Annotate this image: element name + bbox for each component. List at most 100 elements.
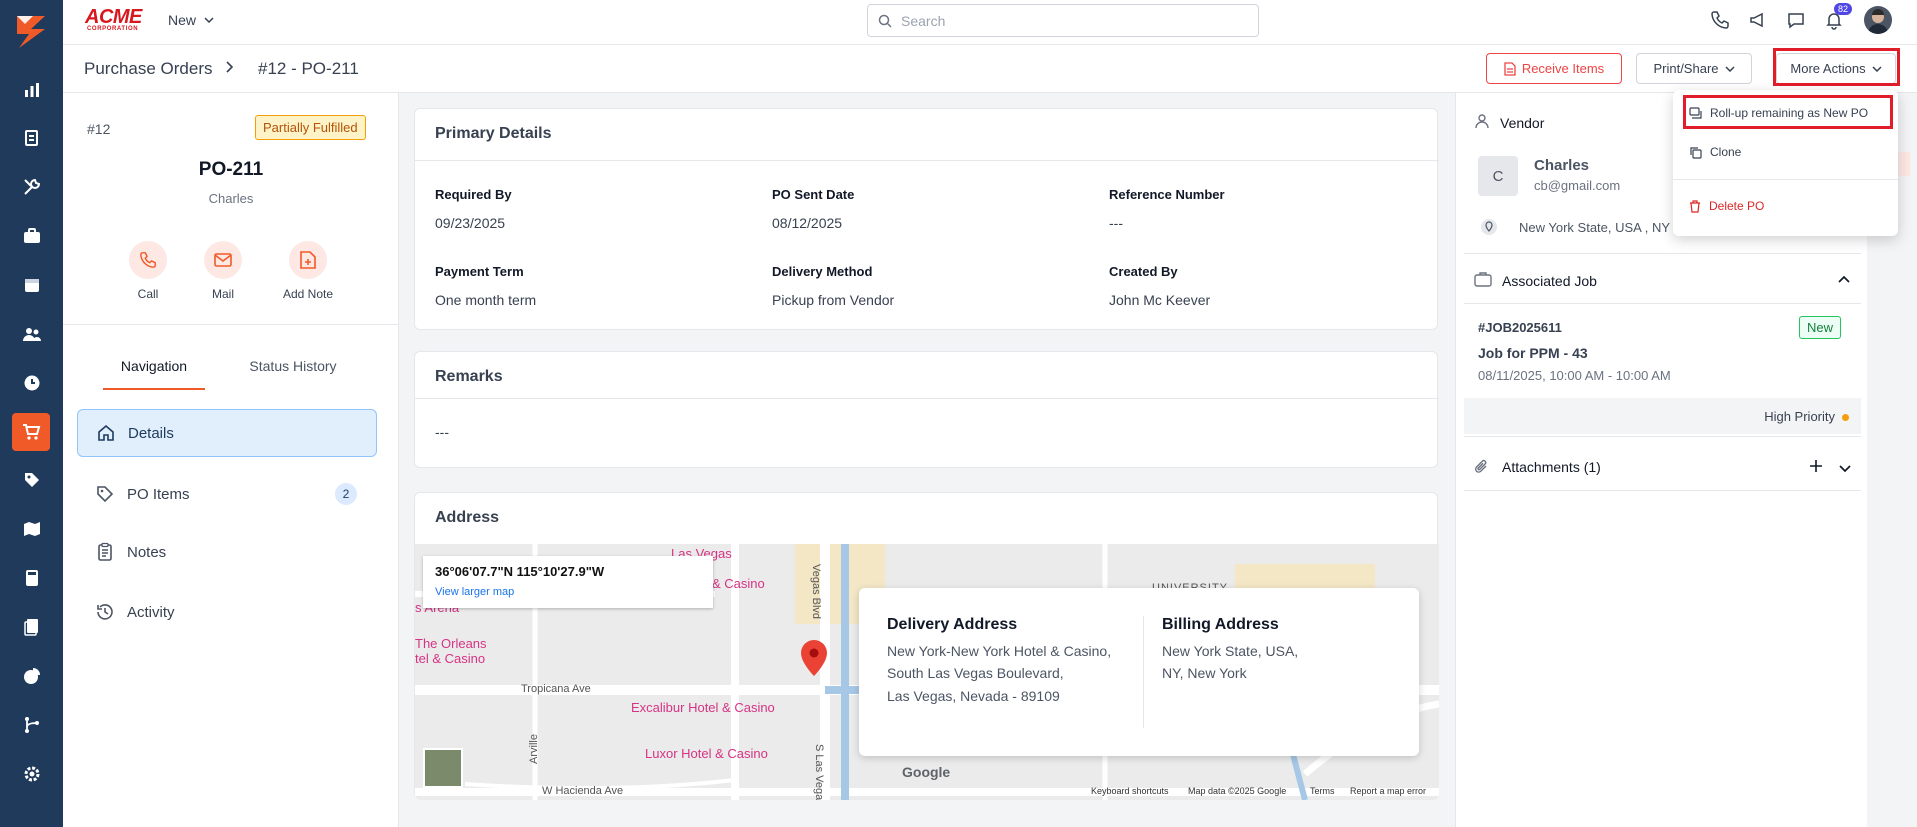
chevron-up-icon[interactable] (1838, 276, 1850, 283)
brand-sub: CORPORATION (87, 26, 139, 32)
tab-status-history[interactable]: Status History (238, 358, 348, 374)
paperclip-icon (1475, 459, 1487, 473)
map-street-label: Tropicana Ave (521, 683, 591, 695)
divider (1464, 303, 1861, 304)
users-icon[interactable] (0, 314, 63, 354)
cart-icon[interactable] (12, 413, 50, 451)
notification-badge: 82 (1834, 3, 1853, 15)
tab-navigation[interactable]: Navigation (103, 358, 205, 390)
mail-label: Mail (211, 287, 234, 301)
megaphone-icon[interactable] (1747, 9, 1769, 31)
remarks-card: Remarks --- (414, 351, 1439, 468)
delivery-address-line: New York-New York Hotel & Casino, (887, 643, 1112, 659)
phone-icon (129, 241, 167, 279)
reports-icon[interactable] (0, 656, 63, 696)
payment-term-label: Payment Term (435, 264, 524, 279)
breadcrumb-current: #12 - PO-211 (258, 59, 359, 78)
vendor-name[interactable]: Charles (1534, 157, 1589, 174)
job-id[interactable]: #JOB2025611 (1478, 320, 1562, 335)
clipboard-icon (98, 542, 112, 561)
briefcase-icon[interactable] (0, 216, 63, 256)
view-larger-map-link[interactable]: View larger map (435, 586, 514, 598)
delivery-address-line: Las Vegas, Nevada - 89109 (887, 688, 1060, 704)
chevron-down-icon (1724, 65, 1735, 72)
phone-icon[interactable] (1709, 9, 1731, 31)
sidebar-edge-icon[interactable] (1896, 152, 1910, 176)
address-map[interactable]: Las Vegas & Casino s Arena The Orleans t… (415, 544, 1439, 800)
map-street-label: S Las Vegas (813, 744, 825, 800)
receive-items-button[interactable]: Receive Items (1486, 53, 1622, 84)
map-footer-link[interactable]: Keyboard shortcuts (1091, 786, 1169, 796)
divider (1143, 616, 1144, 728)
calculator-icon[interactable] (0, 558, 63, 598)
requests-icon[interactable] (0, 118, 63, 158)
divider (415, 398, 1439, 399)
search-input[interactable] (901, 12, 1241, 29)
required-by-label: Required By (435, 187, 512, 202)
vendor-avatar: C (1478, 156, 1518, 196)
chevron-down-icon (204, 17, 214, 23)
print-share-label: Print/Share (1653, 61, 1719, 76)
job-priority-row: High Priority (1464, 398, 1861, 434)
delivery-method-label: Delivery Method (772, 264, 873, 279)
po-number: #12 (87, 121, 111, 137)
print-share-button[interactable]: Print/Share (1636, 53, 1752, 84)
breadcrumb-purchase-orders[interactable]: Purchase Orders (84, 59, 213, 79)
menu-item-clone[interactable]: Clone (1683, 137, 1888, 167)
map-footer-link[interactable]: Report a map error (1350, 786, 1426, 796)
remarks-value: --- (435, 424, 449, 440)
add-note-label: Add Note (282, 287, 334, 301)
map-label: Luxor Hotel & Casino (645, 746, 768, 761)
map-icon[interactable] (0, 509, 63, 549)
satellite-toggle-icon[interactable] (423, 748, 463, 788)
nav-item-details[interactable]: Details (77, 409, 377, 457)
chevron-down-icon[interactable] (1839, 465, 1851, 472)
app-logo-icon[interactable] (11, 12, 51, 50)
briefcase-icon (1474, 272, 1492, 287)
vendor-email[interactable]: cb@gmail.com (1534, 178, 1620, 193)
associated-job-title: Associated Job (1502, 273, 1597, 289)
nav-item-label: Details (128, 424, 174, 442)
call-action[interactable]: Call (108, 241, 188, 301)
nav-item-notes[interactable]: Notes (77, 528, 377, 576)
brand-logo[interactable]: ACME CORPORATION (85, 6, 149, 32)
calendar-icon[interactable] (0, 265, 63, 305)
chevron-right-icon (226, 61, 234, 73)
divider (1673, 179, 1898, 180)
workflow-icon[interactable] (0, 705, 63, 745)
new-menu-button[interactable]: New (168, 12, 214, 28)
tools-icon[interactable] (0, 167, 63, 207)
map-street-label: Arville (528, 734, 540, 764)
map-coordinate-box: 36°06'07.7"N 115°10'27.9"W View larger m… (423, 556, 713, 608)
call-label: Call (137, 287, 159, 301)
divider (415, 160, 1439, 161)
clock-icon[interactable] (0, 363, 63, 403)
nav-item-po-items[interactable]: PO Items 2 (77, 470, 377, 518)
dashboard-icon[interactable] (0, 70, 63, 110)
map-footer-link[interactable]: Terms (1310, 786, 1335, 796)
copy-icon (1690, 146, 1702, 159)
tag-icon[interactable] (0, 460, 63, 500)
divider (1464, 436, 1861, 437)
mail-action[interactable]: Mail (183, 241, 263, 301)
created-by-value: John Mc Keever (1109, 292, 1211, 308)
primary-details-card: Primary Details Required By 09/23/2025 P… (414, 108, 1439, 330)
settings-icon[interactable] (0, 754, 63, 794)
job-title[interactable]: Job for PPM - 43 (1478, 345, 1588, 361)
history-icon (97, 604, 113, 620)
po-sent-date-value: 08/12/2025 (772, 215, 843, 231)
nav-item-activity[interactable]: Activity (77, 588, 377, 636)
user-avatar[interactable] (1864, 6, 1892, 34)
chat-icon[interactable] (1785, 9, 1807, 31)
required-by-value: 09/23/2025 (435, 215, 506, 231)
add-note-action[interactable]: Add Note (268, 241, 348, 301)
menu-item-delete-po[interactable]: Delete PO (1683, 191, 1888, 221)
attachments-title: Attachments (1) (1502, 459, 1601, 475)
po-sent-date-label: PO Sent Date (772, 187, 855, 202)
map-label: tel & Casino (415, 651, 486, 666)
documents-icon[interactable] (0, 607, 63, 647)
add-icon[interactable] (1809, 459, 1823, 473)
billing-address-line: New York State, USA, (1162, 643, 1299, 659)
search-box[interactable] (867, 4, 1259, 37)
billing-address-title: Billing Address (1162, 616, 1279, 633)
